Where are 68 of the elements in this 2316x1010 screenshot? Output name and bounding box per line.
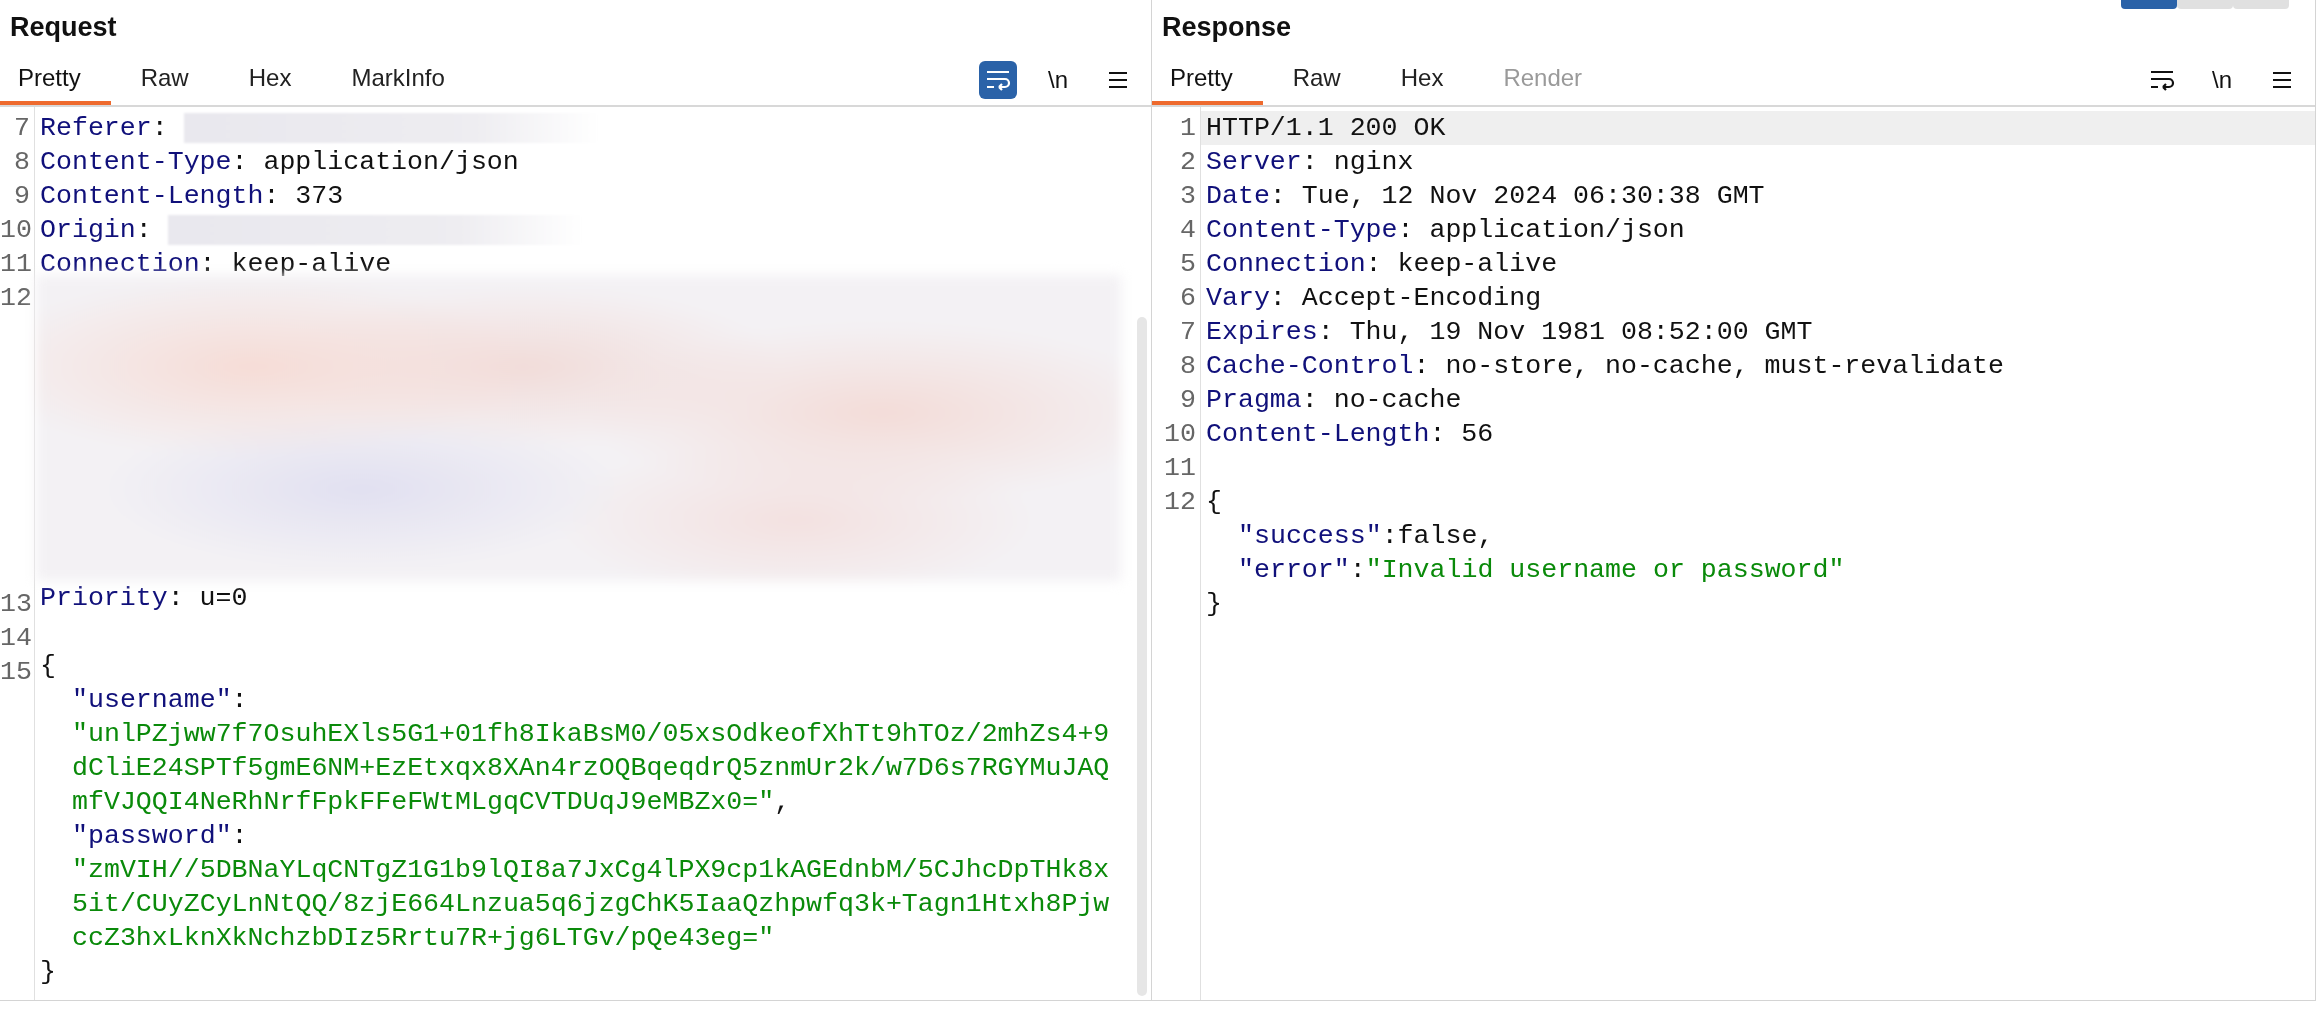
code-line: "error":"Invalid username or password" [1237, 554, 1845, 587]
code-line: Expires: Thu, 19 Nov 1981 08:52:00 GMT [1205, 316, 1813, 349]
line-number: 11 [1164, 453, 1196, 483]
layout-toggle-segment[interactable] [2121, 0, 2177, 9]
code-line: Cache-Control: no-store, no-cache, must-revalidate [1205, 350, 2004, 383]
code-line: Content-Type: application/json [1205, 214, 1685, 247]
newline-toggle-button[interactable]: \n [1039, 61, 1077, 99]
code-line: Pragma: no-cache [1205, 384, 1462, 417]
line-number: 13 [0, 589, 32, 619]
code-line: "password": [71, 820, 248, 853]
line-number: 6 [1180, 283, 1196, 313]
tab[interactable]: Hex [1370, 55, 1474, 105]
code-line: Content-Length: 56 [1205, 418, 1494, 451]
line-number: 14 [0, 623, 32, 653]
line-number: 7 [14, 113, 30, 143]
code-line: Vary: Accept-Encoding [1205, 282, 1542, 315]
wrap-icon [985, 69, 1011, 91]
code-line: } [1205, 588, 1222, 621]
tab[interactable]: Pretty [0, 55, 111, 105]
line-number: 12 [0, 283, 32, 313]
wrap-icon [2149, 69, 2175, 91]
code-line: Content-Length: 373 [39, 180, 344, 213]
code-line: Connection: keep-alive [1205, 248, 1558, 281]
code-line: Date: Tue, 12 Nov 2024 06:30:38 GMT [1205, 180, 1765, 213]
layout-toggle-segment[interactable] [2233, 0, 2289, 9]
menu-icon [1107, 70, 1129, 90]
code-line: Priority: u=0 [39, 582, 248, 615]
line-number: 15 [0, 657, 32, 687]
menu-icon [2271, 70, 2293, 90]
tab[interactable]: Raw [110, 55, 219, 105]
code-line: } [39, 956, 56, 989]
line-number: 12 [1164, 487, 1196, 517]
tab[interactable]: MarkInfo [321, 55, 475, 105]
line-number: 1 [1180, 113, 1196, 143]
header-name: Origin [40, 215, 136, 245]
line-number: 10 [0, 215, 32, 245]
line-number: 8 [1180, 351, 1196, 381]
code-text: : [151, 113, 169, 143]
scrollbar[interactable] [1137, 317, 1147, 996]
code-line: "username": [71, 684, 248, 717]
line-number: 5 [1180, 249, 1196, 279]
pane-title: Request [10, 12, 117, 43]
line-number: 2 [1180, 147, 1196, 177]
line-number: 3 [1180, 181, 1196, 211]
line-number: 7 [1180, 317, 1196, 347]
code-line: Server: nginx [1205, 146, 1414, 179]
code-line: { [39, 650, 56, 683]
line-number: 4 [1180, 215, 1196, 245]
code-line: "success":false, [1237, 520, 1494, 553]
line-number: 11 [0, 249, 32, 279]
newline-toggle-button[interactable]: \n [2203, 61, 2241, 99]
code-line: "unlPZjww7f7OsuhEXls5G1+01fh8IkaBsM0/05xsOdkeofXhTt9hTOz/2mhZs4+9dCliE24SPTf5gmE6NM+EzEtxqx8XAn4rzOQBqeqdrQ5znmUr2k/w7D6s7RGYMuJAQmfVJQQI4NeRhNrfFpkFFeFWtMLgqCVTDUqJ9eMBZx0=", [71, 718, 1110, 819]
tab[interactable]: Hex [218, 55, 322, 105]
header-name: Referer [40, 113, 152, 143]
tab[interactable]: Raw [1262, 55, 1371, 105]
code-line: Connection: keep-alive [39, 248, 392, 281]
line-number: 8 [14, 147, 30, 177]
tab[interactable]: Pretty [1152, 55, 1263, 105]
word-wrap-button[interactable] [979, 61, 1017, 99]
code-line: { [1205, 486, 1222, 519]
line-number: 9 [1180, 385, 1196, 415]
code-line: Content-Type: application/json [39, 146, 519, 179]
pane-title: Response [1162, 12, 1292, 43]
code-text: : [135, 215, 153, 245]
line-number: 10 [1164, 419, 1196, 449]
code-line: "zmVIH//5DBNaYLqCNTgZ1G1b9lQI8a7JxCg4lPX9cp1kAGEdnbM/5CJhcDpTHk8x5it/CUyZCyLnNtQQ/8zjE664Lnzua5q6jzgChK5IaaQzhpwfq3k+Tagn1Htxh8PjwccZ3hxLknXkNchzbDIz5Rrtu7R+jg6LTGv/pQe43eg=" [71, 854, 1110, 955]
layout-toggle-segment[interactable] [2177, 0, 2233, 9]
line-number: 9 [14, 181, 30, 211]
